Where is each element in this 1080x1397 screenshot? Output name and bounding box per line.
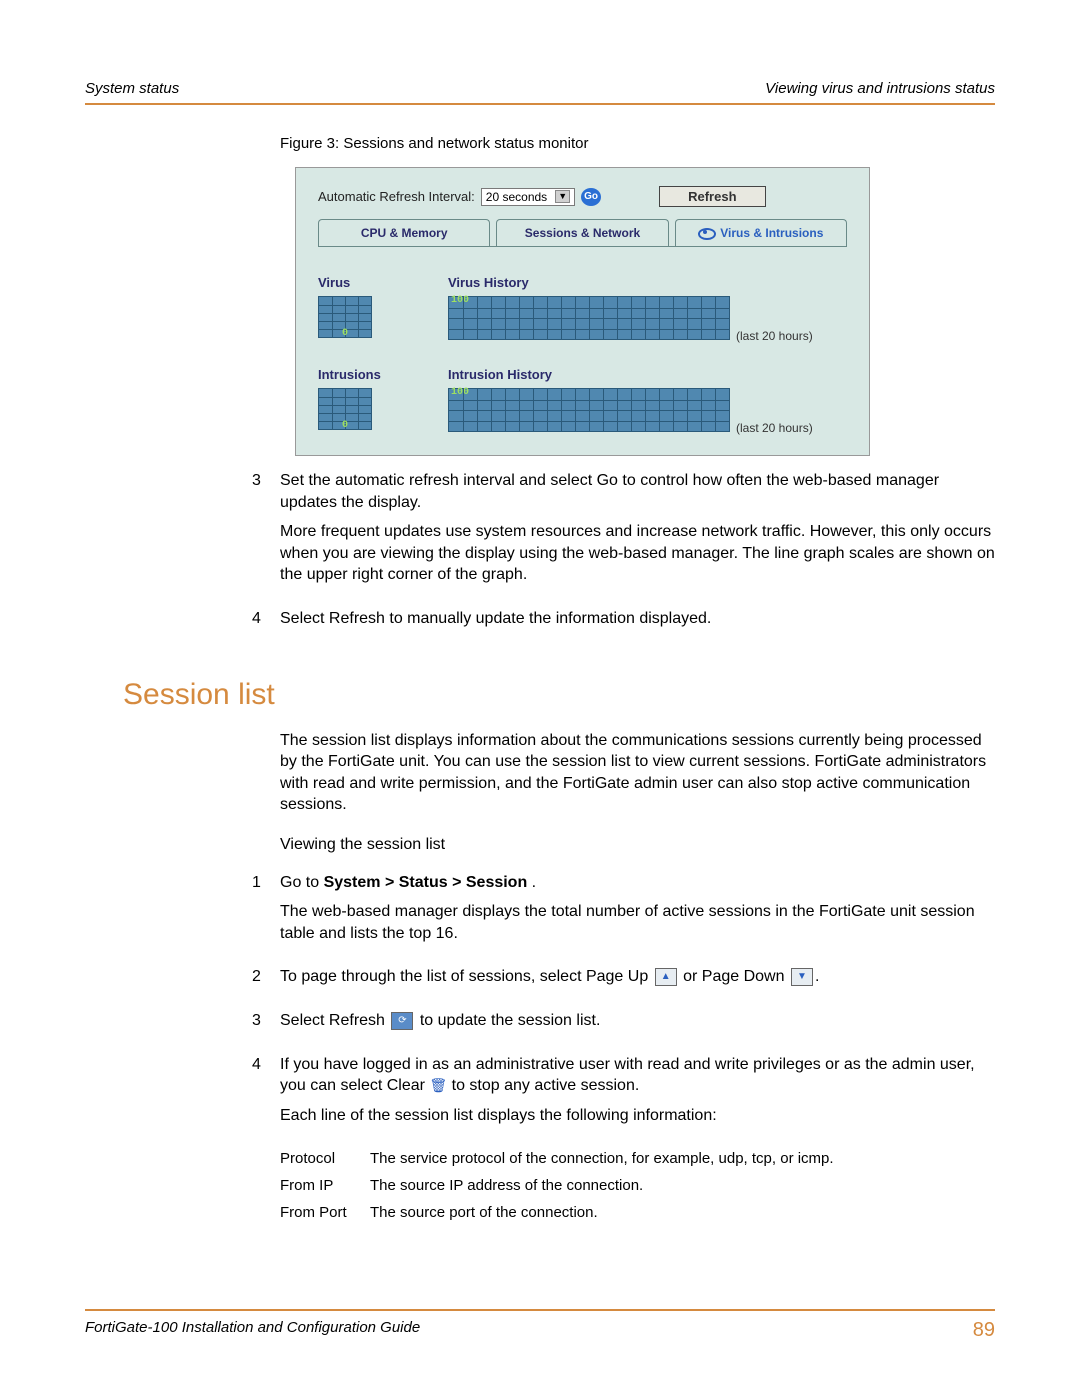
step-number: 4 (252, 608, 280, 638)
step-number: 3 (252, 1010, 280, 1040)
intrusions-title: Intrusions (318, 367, 448, 382)
status-monitor-screenshot: Automatic Refresh Interval: 20 seconds ▼… (295, 167, 870, 456)
step-4: 4 Select Refresh to manually update the … (252, 608, 995, 638)
refresh-icon: ⟳ (391, 1012, 413, 1030)
refresh-button[interactable]: Refresh (659, 186, 765, 207)
virus-history-title: Virus History (448, 275, 847, 290)
chart-zero-label: 0 (342, 328, 348, 339)
chart-100-label: 100 (451, 295, 469, 306)
step-text: Select Refresh to manually update the in… (280, 608, 995, 630)
vstep-3: 3 Select Refresh ⟳ to update the session… (252, 1010, 995, 1040)
refresh-interval-label: Automatic Refresh Interval: (318, 189, 475, 204)
section-intro: The session list displays information ab… (280, 730, 995, 816)
step-text: Each line of the session list displays t… (280, 1105, 995, 1127)
term: From IP (280, 1177, 370, 1194)
desc: The service protocol of the connection, … (370, 1150, 995, 1167)
table-row: From IP The source IP address of the con… (280, 1177, 995, 1194)
go-button[interactable]: Go (581, 188, 601, 206)
step-text: The web-based manager displays the total… (280, 901, 995, 944)
step-text: Go to System > Status > Session . (280, 872, 995, 894)
header-left: System status (85, 80, 179, 97)
step-3: 3 Set the automatic refresh interval and… (252, 470, 995, 594)
chart-100-label: 100 (451, 387, 469, 398)
page-down-icon: ▼ (791, 968, 813, 986)
tab-virus-intrusions[interactable]: Virus & Intrusions (675, 219, 847, 246)
tab-sessions-network[interactable]: Sessions & Network (496, 219, 668, 246)
term: Protocol (280, 1150, 370, 1167)
header-right: Viewing virus and intrusions status (765, 80, 995, 97)
desc: The source port of the connection. (370, 1204, 995, 1221)
page-up-icon: ▲ (655, 968, 677, 986)
term: From Port (280, 1204, 370, 1221)
page-footer: FortiGate-100 Installation and Configura… (85, 1309, 995, 1342)
trash-icon: 🗑 (429, 1077, 447, 1093)
refresh-interval-dropdown[interactable]: 20 seconds ▼ (481, 188, 575, 206)
table-row: From Port The source port of the connect… (280, 1204, 995, 1221)
intrusion-history-title: Intrusion History (448, 367, 847, 382)
tabs: CPU & Memory Sessions & Network Virus & … (318, 219, 847, 246)
virus-title: Virus (318, 275, 448, 290)
last-20-label: (last 20 hours) (736, 329, 813, 343)
step-text: To page through the list of sessions, se… (280, 966, 995, 988)
last-20-label: (last 20 hours) (736, 421, 813, 435)
chart-zero-label: 0 (342, 420, 348, 431)
virus-history-chart: 100 (448, 296, 730, 340)
eye-icon (698, 228, 716, 240)
footer-title: FortiGate-100 Installation and Configura… (85, 1319, 420, 1342)
page-header: System status Viewing virus and intrusio… (85, 80, 995, 105)
vstep-2: 2 To page through the list of sessions, … (252, 966, 995, 996)
vstep-1: 1 Go to System > Status > Session . The … (252, 872, 995, 953)
step-text: Set the automatic refresh interval and s… (280, 470, 995, 513)
step-text: If you have logged in as an administrati… (280, 1054, 995, 1097)
definitions-table: Protocol The service protocol of the con… (280, 1150, 995, 1221)
step-number: 2 (252, 966, 280, 996)
table-row: Protocol The service protocol of the con… (280, 1150, 995, 1167)
step-number: 4 (252, 1054, 280, 1135)
page-number: 89 (973, 1319, 995, 1342)
step-number: 3 (252, 470, 280, 594)
step-text: Select Refresh ⟳ to update the session l… (280, 1010, 995, 1032)
viewing-subtitle: Viewing the session list (280, 834, 995, 856)
step-text: More frequent updates use system resourc… (280, 521, 995, 586)
step-number: 1 (252, 872, 280, 953)
figure-caption: Figure 3: Sessions and network status mo… (280, 135, 995, 152)
vstep-4: 4 If you have logged in as an administra… (252, 1054, 995, 1135)
desc: The source IP address of the connection. (370, 1177, 995, 1194)
virus-chart: 0 (318, 296, 372, 338)
intrusion-history-chart: 100 (448, 388, 730, 432)
section-heading: Session list (123, 678, 995, 712)
dropdown-value: 20 seconds (486, 190, 547, 204)
tab-cpu-memory[interactable]: CPU & Memory (318, 219, 490, 246)
intrusions-chart: 0 (318, 388, 372, 430)
chevron-down-icon: ▼ (555, 190, 570, 203)
